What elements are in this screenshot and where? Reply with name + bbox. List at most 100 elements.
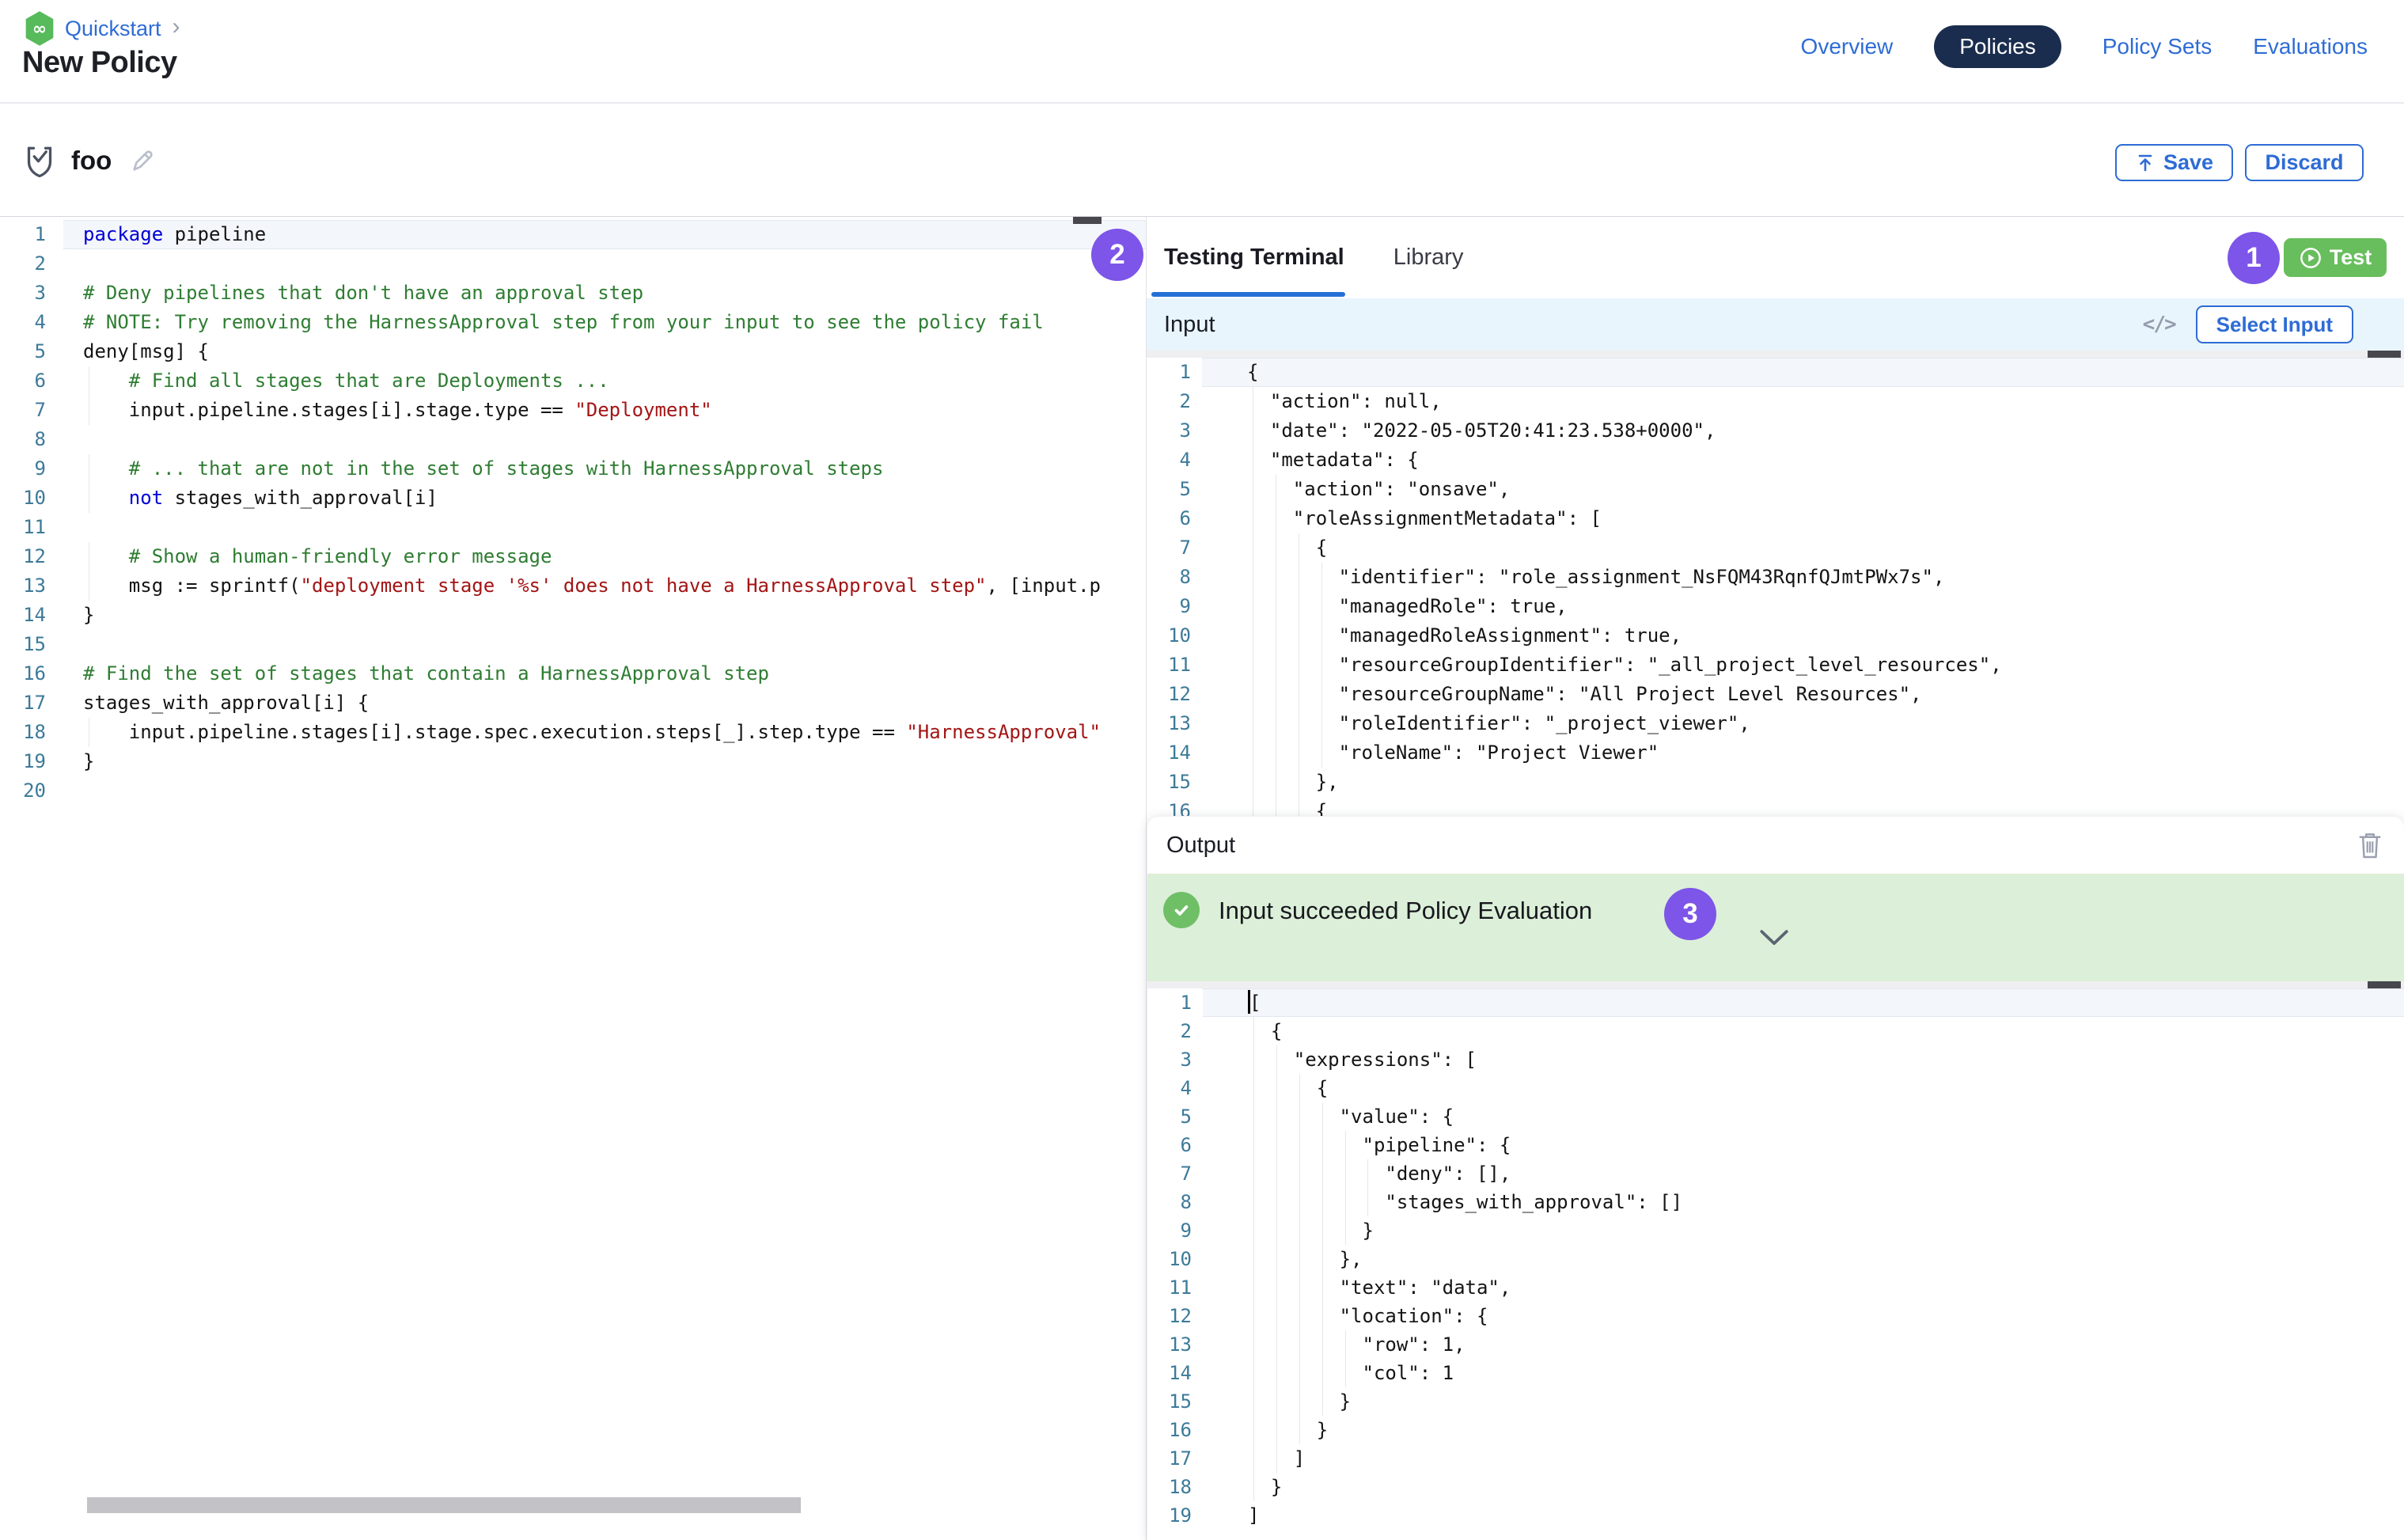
breadcrumb-link-quickstart[interactable]: Quickstart <box>65 17 161 41</box>
code-text: "roleName": "Project Viewer" <box>1202 738 2404 768</box>
code-line: 13 "row": 1, <box>1147 1330 2404 1359</box>
nav-tab-overview[interactable]: Overview <box>1801 34 1894 59</box>
code-line: 8 "stages_with_approval": [] <box>1147 1188 2404 1216</box>
code-token: # NOTE: Try removing the HarnessApproval… <box>83 311 1044 333</box>
code-token: "HarnessApproval" <box>906 721 1101 743</box>
code-token <box>83 457 129 480</box>
code-text: "stages_with_approval": [] <box>1203 1188 2404 1216</box>
code-line: 11 <box>0 513 1146 542</box>
code-line: 20 <box>0 776 1146 806</box>
code-line: 12 # Show a human-friendly error message <box>0 542 1146 571</box>
harness-logo-icon: ∞ <box>24 11 55 46</box>
top-nav: Overview Policies Policy Sets Evaluation… <box>1801 25 2368 68</box>
code-token: not <box>129 487 163 509</box>
nav-tab-policies-active[interactable]: Policies <box>1934 25 2061 68</box>
code-token: # Deny pipelines that don't have an appr… <box>83 282 643 304</box>
code-text: ] <box>1203 1501 2404 1530</box>
code-line: 19} <box>0 747 1146 776</box>
output-json-editor[interactable]: 1[2 {3 "expressions": [4 {5 "value": {6 … <box>1147 988 2404 1540</box>
line-number: 7 <box>1147 1159 1203 1188</box>
line-number: 11 <box>0 513 63 542</box>
policy-editor-page: ∞ Quickstart › New Policy Overview Polic… <box>0 0 2404 1540</box>
line-number: 20 <box>0 776 63 806</box>
header-divider <box>0 102 2404 104</box>
code-brackets-icon[interactable]: </> <box>2143 313 2175 336</box>
code-line: 13 msg := sprintf("deployment stage '%s'… <box>0 571 1146 601</box>
line-number: 18 <box>1147 1473 1203 1501</box>
code-text: "col": 1 <box>1203 1359 2404 1387</box>
code-line: 11 "text": "data", <box>1147 1273 2404 1302</box>
policy-editor-hscrollbar-thumb[interactable] <box>87 1497 801 1513</box>
code-line: 13 "roleIdentifier": "_project_viewer", <box>1147 709 2404 738</box>
nav-tab-policy-sets[interactable]: Policy Sets <box>2103 34 2213 59</box>
edit-policy-name-icon[interactable] <box>129 146 157 175</box>
clear-output-button[interactable] <box>2358 831 2382 859</box>
code-text: { <box>1203 1074 2404 1102</box>
code-text: [ <box>1203 988 2404 1017</box>
test-button-label: Test <box>2330 245 2372 270</box>
line-number: 5 <box>1147 1102 1203 1131</box>
code-text: ] <box>1203 1444 2404 1473</box>
input-json-editor[interactable]: 1{2 "action": null,3 "date": "2022-05-05… <box>1147 358 2404 816</box>
line-number: 12 <box>0 542 63 571</box>
code-text: not stages_with_approval[i] <box>63 484 1146 513</box>
line-number: 15 <box>0 630 63 659</box>
code-token: msg := sprintf( <box>83 575 301 597</box>
expand-result-chevron-icon[interactable] <box>1758 929 1790 950</box>
code-line: 3 "date": "2022-05-05T20:41:23.538+0000"… <box>1147 416 2404 446</box>
annotation-badge-1: 1 <box>2228 232 2280 284</box>
code-token: # Show a human-friendly error message <box>129 545 552 567</box>
code-text: "deny": [], <box>1203 1159 2404 1188</box>
line-number: 6 <box>1147 1131 1203 1159</box>
code-token: } <box>83 604 94 626</box>
code-text: # Show a human-friendly error message <box>63 542 1146 571</box>
line-number: 3 <box>1147 1045 1203 1074</box>
line-number: 1 <box>0 220 63 249</box>
code-text: "managedRoleAssignment": true, <box>1202 621 2404 651</box>
line-number: 8 <box>1147 1188 1203 1216</box>
output-editor-scrollbar-thumb[interactable] <box>2368 981 2401 988</box>
line-number: 9 <box>0 454 63 484</box>
input-editor-scrollbar-thumb[interactable] <box>2368 351 2401 358</box>
code-text: { <box>1202 797 2404 816</box>
upload-arrow-icon <box>2135 153 2156 173</box>
select-input-button[interactable]: Select Input <box>2196 305 2353 343</box>
code-line: 9 "managedRole": true, <box>1147 592 2404 621</box>
svg-text:∞: ∞ <box>32 20 47 40</box>
code-text <box>63 630 1146 659</box>
code-token: # Find all stages that are Deployments .… <box>129 370 609 392</box>
code-line: 9 } <box>1147 1216 2404 1245</box>
code-token <box>83 545 129 567</box>
line-number: 1 <box>1147 358 1202 387</box>
line-number: 8 <box>0 425 63 454</box>
code-token: input.pipeline.stages[i].stage.spec.exec… <box>83 721 906 743</box>
code-text: "resourceGroupIdentifier": "_all_project… <box>1202 651 2404 680</box>
line-number: 13 <box>1147 1330 1203 1359</box>
line-number: 16 <box>1147 797 1202 816</box>
code-text: "identifier": "role_assignment_NsFQM43Rq… <box>1202 563 2404 592</box>
code-token: } <box>83 750 94 772</box>
test-button[interactable]: Test <box>2284 238 2387 277</box>
code-line: 8 <box>0 425 1146 454</box>
line-number: 2 <box>0 249 63 279</box>
nav-tab-evaluations[interactable]: Evaluations <box>2253 34 2368 59</box>
save-button[interactable]: Save <box>2115 144 2233 181</box>
output-editor-scrollbar <box>1147 981 2404 988</box>
line-number: 6 <box>1147 504 1202 533</box>
discard-button[interactable]: Discard <box>2245 144 2364 181</box>
code-text: "resourceGroupName": "All Project Level … <box>1202 680 2404 709</box>
tab-testing-terminal[interactable]: Testing Terminal <box>1164 245 1344 271</box>
line-number: 12 <box>1147 1302 1203 1330</box>
code-token: deny[msg] { <box>83 340 209 362</box>
policy-code-editor[interactable]: 1package pipeline23# Deny pipelines that… <box>0 218 1146 1540</box>
code-text: input.pipeline.stages[i].stage.spec.exec… <box>63 718 1146 747</box>
line-number: 19 <box>1147 1501 1203 1530</box>
code-text: } <box>63 747 1146 776</box>
code-token <box>83 370 129 392</box>
line-number: 10 <box>0 484 63 513</box>
code-text: stages_with_approval[i] { <box>63 688 1146 718</box>
tab-library[interactable]: Library <box>1393 245 1464 271</box>
code-line: 4 "metadata": { <box>1147 446 2404 475</box>
policy-editor-scrollbar-thumb[interactable] <box>1073 217 1102 224</box>
code-text: "managedRole": true, <box>1202 592 2404 621</box>
